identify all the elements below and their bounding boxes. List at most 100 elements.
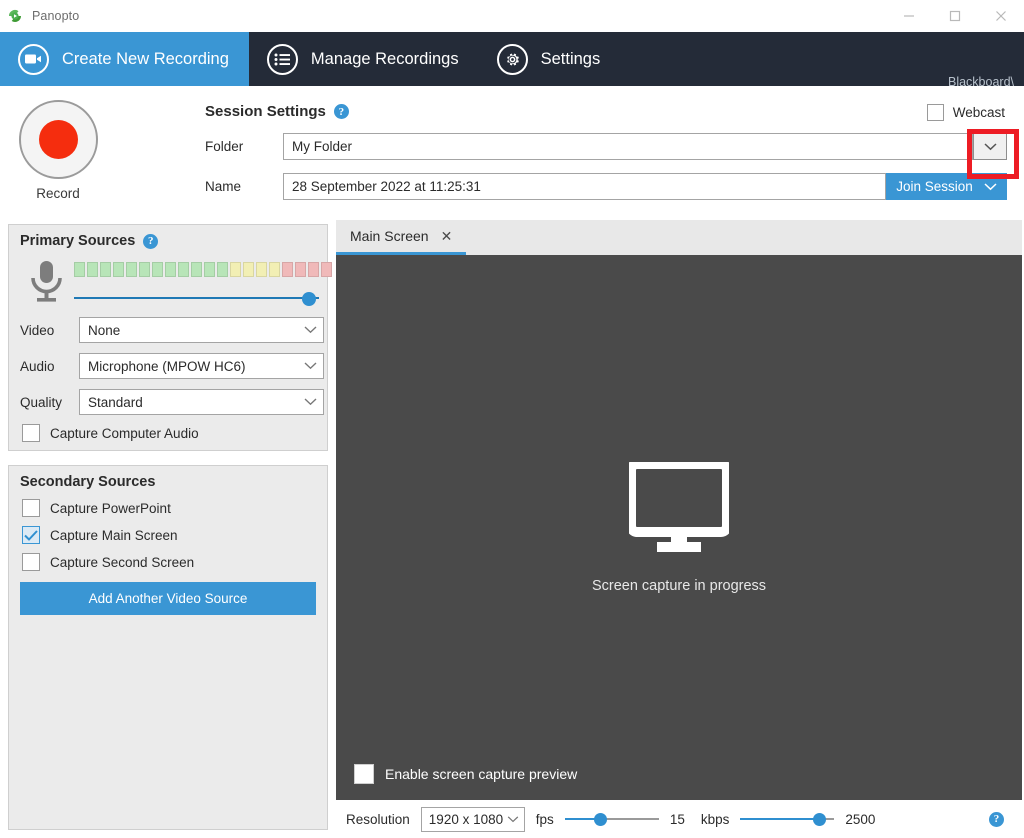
audio-source-value: Microphone (MPOW HC6) <box>88 358 246 374</box>
kbps-thumb[interactable] <box>812 813 826 826</box>
audio-meter-area <box>74 262 332 307</box>
maximize-button[interactable] <box>932 0 978 32</box>
add-another-video-source-button[interactable]: Add Another Video Source <box>20 582 316 615</box>
video-label: Video <box>20 322 55 338</box>
microphone-icon <box>22 257 70 307</box>
capture-main-screen-label: Capture Main Screen <box>50 527 178 543</box>
audio-meter-segment <box>256 262 267 277</box>
kbps-slider[interactable] <box>740 811 835 827</box>
secondary-sources-title: Secondary Sources <box>20 474 156 490</box>
audio-meter-segment <box>152 262 163 277</box>
kbps-track-filled <box>740 818 820 820</box>
chevron-down-icon <box>304 362 317 370</box>
primary-sources-title-row: Primary Sources ? <box>20 233 327 249</box>
minimize-button[interactable] <box>886 0 932 32</box>
close-icon[interactable]: ✕ <box>441 228 453 245</box>
capture-computer-audio-checkbox[interactable] <box>22 424 40 442</box>
close-button[interactable] <box>978 0 1024 32</box>
audio-meter-segment <box>87 262 98 277</box>
panopto-logo-icon <box>6 7 24 25</box>
record-section: Record <box>18 100 98 201</box>
chevron-down-icon <box>304 398 317 406</box>
fps-slider[interactable] <box>564 811 659 827</box>
video-camera-icon <box>18 43 49 75</box>
user-name: Blackboard\ <box>947 75 1014 90</box>
capture-powerpoint-row[interactable]: Capture PowerPoint <box>22 499 327 517</box>
capture-second-screen-checkbox[interactable] <box>22 553 40 571</box>
chevron-down-icon <box>983 142 997 150</box>
webcast-label: Webcast <box>952 105 1005 120</box>
preview-message: Screen capture in progress <box>591 577 767 594</box>
video-source-value: None <box>88 322 121 338</box>
chevron-down-icon <box>984 182 997 190</box>
resolution-select[interactable]: 1920 x 1080 <box>420 806 525 832</box>
tab-main-screen[interactable]: Main Screen ✕ <box>336 220 467 255</box>
audio-meter-segment <box>74 262 85 277</box>
audio-meter-segment <box>139 262 150 277</box>
screen-capture-preview: Screen capture in progress Enable screen… <box>336 255 1022 800</box>
kbps-value: 2500 <box>845 811 876 827</box>
folder-dropdown-button[interactable] <box>973 133 1007 160</box>
audio-meter-segment <box>243 262 254 277</box>
audio-meter-segment <box>269 262 280 277</box>
audio-meter-segment <box>165 262 176 277</box>
folder-row: Folder My Folder <box>205 133 1015 160</box>
session-settings-section: Session Settings ? Webcast Folder My Fol… <box>205 103 1015 200</box>
video-source-select[interactable]: None <box>79 317 324 343</box>
join-session-button[interactable]: Join Session <box>886 173 1007 200</box>
window-controls <box>886 0 1024 32</box>
chevron-down-icon <box>304 326 317 334</box>
audio-meter-segment <box>217 262 228 277</box>
tab-manage-recordings[interactable]: Manage Recordings <box>249 32 479 86</box>
panopto-recorder-window: Panopto Create New Recording Manage Reco… <box>0 0 1024 838</box>
webcast-toggle[interactable]: Webcast <box>926 104 1005 121</box>
secondary-sources-panel: Secondary Sources Capture PowerPoint Cap… <box>8 465 328 830</box>
fps-thumb[interactable] <box>594 813 608 826</box>
enable-screen-capture-preview-checkbox[interactable] <box>354 764 374 784</box>
record-button[interactable] <box>18 100 98 179</box>
folder-input[interactable]: My Folder <box>283 133 973 160</box>
secondary-sources-title-row: Secondary Sources <box>20 474 327 490</box>
audio-level-row <box>22 257 332 307</box>
capture-second-screen-row[interactable]: Capture Second Screen <box>22 553 327 571</box>
tab-create-new-recording[interactable]: Create New Recording <box>0 32 249 86</box>
volume-slider[interactable] <box>74 289 319 307</box>
help-icon[interactable]: ? <box>143 233 159 249</box>
audio-source-select[interactable]: Microphone (MPOW HC6) <box>79 353 324 379</box>
quality-value: Standard <box>88 394 143 410</box>
gear-icon <box>496 43 528 75</box>
name-row: Name 28 September 2022 at 11:25:31 Join … <box>205 173 1015 200</box>
capture-computer-audio-row[interactable]: Capture Computer Audio <box>22 424 327 442</box>
help-icon[interactable]: ? <box>333 104 349 119</box>
audio-meter-segment <box>230 262 241 277</box>
audio-meter-segment <box>126 262 137 277</box>
monitor-icon <box>629 461 729 554</box>
join-session-label: Join Session <box>896 179 973 194</box>
capture-settings-bar: Resolution 1920 x 1080 fps 15 kbps 2500 … <box>336 800 1022 838</box>
capture-main-screen-checkbox[interactable] <box>22 526 40 544</box>
enable-screen-capture-preview-row[interactable]: Enable screen capture preview <box>354 764 577 784</box>
audio-meter-segment <box>113 262 124 277</box>
session-settings-title: Session Settings <box>205 103 326 120</box>
capture-powerpoint-checkbox[interactable] <box>22 499 40 517</box>
audio-meter-segment <box>178 262 189 277</box>
record-dot-icon <box>38 120 78 159</box>
preview-section: Main Screen ✕ Screen capture in progress… <box>336 220 1022 838</box>
kbps-label: kbps <box>700 811 730 827</box>
help-icon[interactable]: ? <box>989 811 1004 827</box>
capture-main-screen-row[interactable]: Capture Main Screen <box>22 526 327 544</box>
quality-select[interactable]: Standard <box>79 389 324 415</box>
webcast-checkbox[interactable] <box>926 104 944 121</box>
session-settings-header: Session Settings ? <box>205 103 1015 120</box>
list-icon <box>266 43 298 75</box>
volume-thumb[interactable] <box>302 292 317 306</box>
audio-meter-segment <box>191 262 202 277</box>
audio-meter-segment <box>100 262 111 277</box>
audio-meter-segment <box>204 262 215 277</box>
quality-label: Quality <box>20 394 63 410</box>
audio-level-meter <box>74 262 332 277</box>
tab-settings[interactable]: Settings <box>479 32 621 86</box>
app-title: Panopto <box>32 9 80 23</box>
session-name-input[interactable]: 28 September 2022 at 11:25:31 <box>283 173 886 200</box>
tab-manage-recordings-label: Manage Recordings <box>310 49 459 68</box>
